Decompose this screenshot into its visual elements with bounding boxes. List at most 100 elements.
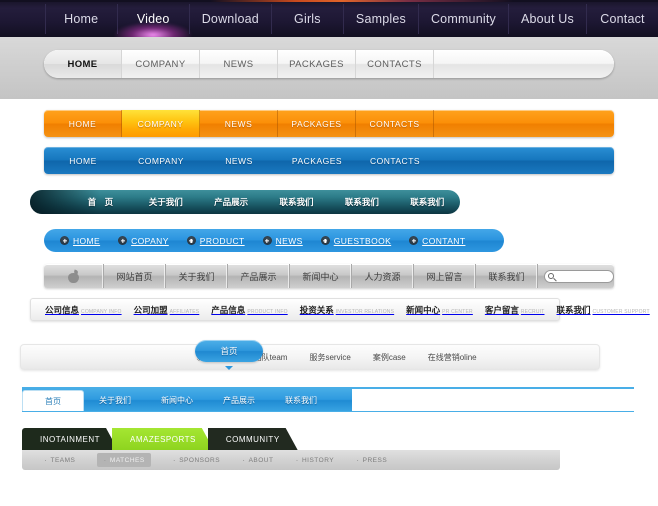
topnav-spacer	[0, 0, 45, 37]
applenav-item-about[interactable]: 关于我们	[166, 264, 228, 288]
plus-circle-icon	[409, 236, 419, 245]
topnav-item-download[interactable]: Download	[188, 3, 271, 34]
applenav-item-homepage[interactable]: 网站首页	[104, 264, 166, 288]
bulletbar-item-contant[interactable]: CONTANT	[409, 236, 465, 246]
bibar-item-product-info[interactable]: 产品信息 PRODUCT INFO	[211, 304, 287, 316]
bluebar-item-packages[interactable]: PACKAGES	[278, 147, 356, 174]
pillnav-item-packages[interactable]: PACKAGES	[278, 50, 356, 78]
bulletbar-label-home: HOME	[73, 235, 101, 246]
pillnav-item-company[interactable]: COMPANY	[122, 50, 200, 78]
orangebar-item-contacts[interactable]: CONTACTS	[356, 110, 434, 137]
gsub-item-press[interactable]: PRESS	[356, 455, 387, 465]
lightnav-item-home-active[interactable]: 首页	[195, 340, 263, 362]
bluebar-item-company[interactable]: COMPANY	[122, 147, 200, 174]
topnav-item-home[interactable]: Home	[44, 3, 117, 34]
bibar-cn-affiliates: 公司加盟	[133, 304, 168, 315]
applenav-item-contact[interactable]: 联系我们	[476, 264, 538, 288]
bibar-cn-customer-support: 联系我们	[556, 304, 591, 315]
bibar-cn-investor-relations: 投资关系	[299, 304, 334, 315]
pillnav-item-home[interactable]: HOME	[44, 50, 122, 78]
orangebar-item-company[interactable]: COMPANY	[122, 110, 200, 137]
blue-navigation-bar: HOME COMPANY NEWS PACKAGES CONTACTS	[44, 147, 614, 174]
bibar-item-recruit[interactable]: 客户留言 RECRUIT	[485, 304, 545, 316]
gsub-item-sponsors[interactable]: SPONSORS	[173, 455, 220, 465]
applenav-item-message[interactable]: 网上留言	[414, 264, 476, 288]
search-icon	[548, 273, 554, 279]
bulletbar-item-news[interactable]: NEWS	[262, 235, 303, 246]
bibar-en-customer-support: CUSTOMER SUPPORT	[592, 308, 650, 315]
lightnav-item-service[interactable]: 服务service	[309, 352, 350, 363]
bibar-item-customer-support[interactable]: 联系我们 CUSTOMER SUPPORT	[557, 304, 650, 316]
plus-circle-icon	[262, 236, 272, 245]
tealbar-item-contact-1[interactable]: 联系我们	[264, 196, 329, 208]
pillnav-item-contacts[interactable]: CONTACTS	[356, 50, 434, 78]
tab-about-us[interactable]: 关于我们	[84, 388, 146, 412]
bibar-item-investor-relations[interactable]: 投资关系 INVESTOR RELATIONS	[300, 304, 394, 316]
applenav-item-products[interactable]: 产品展示	[228, 264, 290, 288]
bulletbar-item-home[interactable]: HOME	[60, 236, 100, 246]
bluebar-item-contacts[interactable]: CONTACTS	[356, 147, 434, 174]
tab-news-center[interactable]: 新闻中心	[146, 388, 208, 412]
light-navigation-bar: 新闻news 团队team 服务service 案例case 在线营销oline	[20, 344, 600, 370]
page-root: Home Video Download Girls Samples Commun…	[0, 0, 658, 506]
gsub-item-about[interactable]: ABOUT	[242, 455, 273, 465]
bibar-en-company-info: COMPANY INFO	[81, 308, 122, 315]
topnav-item-samples[interactable]: Samples	[342, 3, 418, 34]
gsub-item-teams[interactable]: TEAMS	[44, 455, 75, 465]
topnav-item-video[interactable]: Video	[116, 3, 189, 34]
orange-navigation-bar: HOME COMPANY NEWS PACKAGES CONTACTS	[44, 110, 614, 137]
bulletbar-item-copany[interactable]: COPANY	[118, 236, 169, 246]
bulletbar-label-news: NEWS	[275, 235, 303, 246]
bulletbar-item-product[interactable]: PRODUCT	[186, 235, 245, 246]
apple-logo-icon	[68, 268, 79, 283]
tab-products[interactable]: 产品展示	[208, 388, 270, 412]
bibar-item-pr-center[interactable]: 新闻中心 PR CENTER	[406, 304, 473, 316]
gtab-community[interactable]: COMMUNITY	[208, 428, 298, 450]
tab-contact-us[interactable]: 联系我们	[270, 388, 332, 412]
bluebar-item-news[interactable]: NEWS	[200, 147, 278, 174]
bulletbar-item-guestbook[interactable]: GUESTBOOK	[320, 235, 392, 246]
search-input[interactable]	[544, 269, 614, 283]
lightnav-item-case[interactable]: 案例case	[373, 352, 406, 363]
gtab-inotainment[interactable]: INOTAINMENT	[22, 428, 118, 450]
tealbar-item-home[interactable]: 首 页	[68, 196, 133, 208]
orangebar-item-packages[interactable]: PACKAGES	[278, 110, 356, 137]
applenav-search-cell	[538, 264, 614, 288]
topnav-item-girls[interactable]: Girls	[270, 3, 343, 34]
tealbar-item-products[interactable]: 产品展示	[198, 196, 263, 208]
plus-circle-icon	[320, 236, 330, 245]
orangebar-filler	[434, 110, 614, 137]
orangebar-item-news[interactable]: NEWS	[200, 110, 278, 137]
applenav-item-news[interactable]: 新闻中心	[290, 264, 352, 288]
bulletbar-label-guestbook: GUESTBOOK	[333, 235, 392, 246]
bulletbar-label-copany: COPANY	[131, 235, 169, 246]
tab-home[interactable]: 首页	[22, 390, 84, 412]
bibar-item-affiliates[interactable]: 公司加盟 AFFILIATES	[134, 304, 200, 316]
gtab-amazesports[interactable]: AMAZESPORTS	[112, 428, 214, 450]
bibar-item-company-info[interactable]: 公司信息 COMPANY INFO	[45, 304, 122, 316]
plus-circle-icon	[118, 236, 128, 245]
bibar-en-recruit: RECRUIT	[520, 308, 545, 315]
orangebar-item-home[interactable]: HOME	[44, 110, 122, 137]
tealbar-item-about[interactable]: 关于我们	[133, 196, 198, 208]
topnav-item-community[interactable]: Community	[417, 3, 508, 34]
topnav-item-contact[interactable]: Contact	[586, 3, 658, 34]
bluebar-item-home[interactable]: HOME	[44, 147, 122, 174]
bibar-en-affiliates: AFFILIATES	[169, 308, 200, 315]
apple-style-navigation-bar: 网站首页 关于我们 产品展示 新闻中心 人力资源 网上留言 联系我们	[44, 264, 614, 288]
blue-tab-strip: 首页 关于我们 新闻中心 产品展示 联系我们	[22, 388, 352, 412]
gsub-item-history[interactable]: HISTORY	[295, 455, 334, 465]
apple-logo-cell[interactable]	[44, 264, 104, 288]
topnav-item-about-us[interactable]: About Us	[507, 3, 586, 34]
tealbar-item-contact-2[interactable]: 联系我们	[329, 196, 394, 208]
bilingual-navigation-bar: 公司信息 COMPANY INFO 公司加盟 AFFILIATES 产品信息 P…	[30, 298, 650, 321]
pillnav-filler	[434, 50, 614, 78]
tealbar-item-contact-3[interactable]: 联系我们	[395, 196, 460, 208]
applenav-item-hr[interactable]: 人力资源	[352, 264, 414, 288]
bibar-en-product-info: PRODUCT INFO	[247, 308, 288, 315]
bulletbar-label-product: PRODUCT	[199, 235, 245, 246]
pillnav-item-news[interactable]: NEWS	[200, 50, 278, 78]
lightnav-item-online[interactable]: 在线营销oline	[428, 352, 477, 363]
gsub-item-matches[interactable]: MATCHES	[97, 453, 151, 467]
bibar-cn-recruit: 客户留言	[484, 304, 519, 315]
